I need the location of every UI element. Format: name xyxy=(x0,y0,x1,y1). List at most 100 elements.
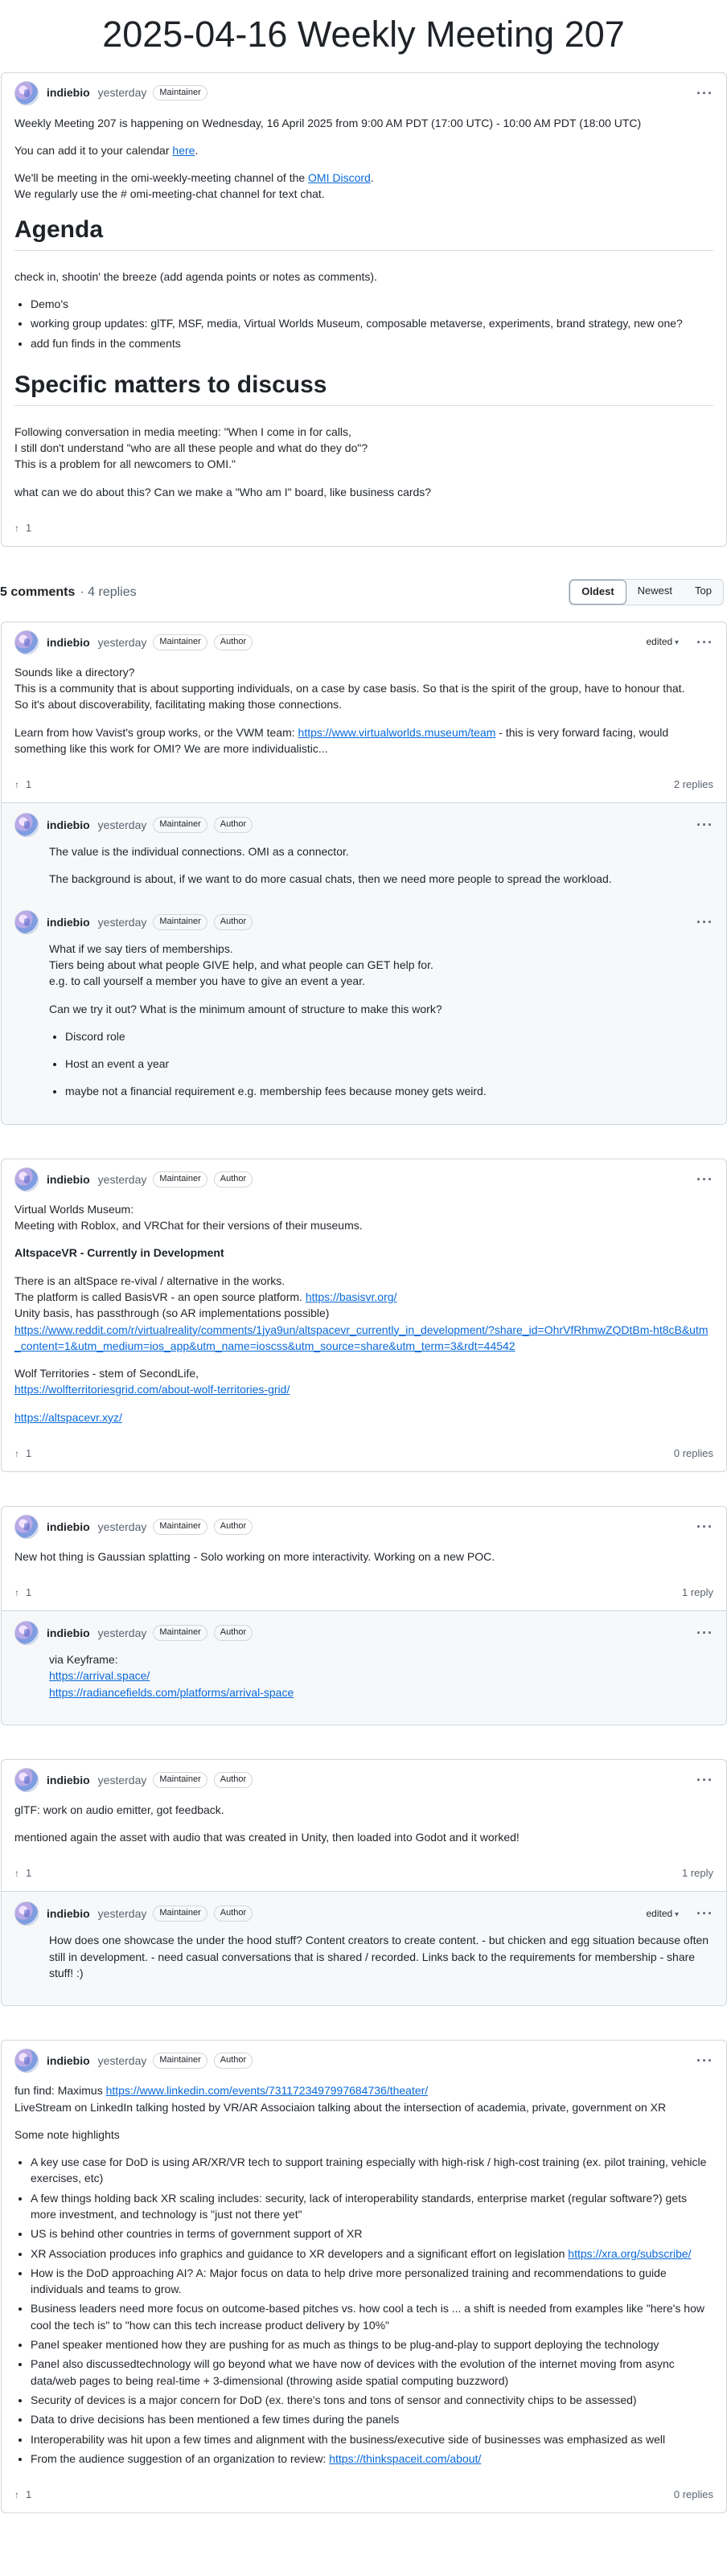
arrow-up-icon[interactable]: ↑ xyxy=(14,2488,19,2502)
author-badge: Author xyxy=(213,913,253,930)
reply: indiebio yesterday Maintainer Author ···… xyxy=(2,1611,726,1713)
arrow-up-icon[interactable]: ↑ xyxy=(14,1586,19,1600)
kebab-menu-icon[interactable]: ··· xyxy=(696,1773,713,1787)
basisvr-link[interactable]: https://basisvr.org/ xyxy=(306,1290,397,1303)
replies-count[interactable]: 0 replies xyxy=(674,1446,713,1462)
tier-list: Discord role Host an event a year maybe … xyxy=(65,1028,713,1100)
user-avatar[interactable] xyxy=(14,1514,39,1539)
agenda-list: Demo's working group updates: glTF, MSF,… xyxy=(31,296,713,351)
sort-top[interactable]: Top xyxy=(684,580,723,605)
arrow-up-icon[interactable]: ↑ xyxy=(14,522,19,535)
kebab-menu-icon[interactable]: ··· xyxy=(696,1172,713,1187)
kebab-menu-icon[interactable]: ··· xyxy=(696,818,713,832)
paragraph: The value is the individual connections.… xyxy=(49,845,349,859)
line: Wolf Territories - stem of SecondLife, xyxy=(14,1367,199,1380)
discord-text: We'll be meeting in the omi-weekly-meeti… xyxy=(14,171,309,185)
author-badge: Author xyxy=(213,817,253,834)
author-name[interactable]: indiebio xyxy=(47,914,90,930)
paragraph: https://altspacevr.xyz/ xyxy=(14,1409,713,1425)
user-avatar[interactable] xyxy=(14,1167,39,1192)
kebab-menu-icon[interactable]: ··· xyxy=(696,1520,713,1534)
author-name[interactable]: indiebio xyxy=(47,1905,90,1922)
comment-footer: ↑ 1 0 replies xyxy=(2,2483,726,2512)
kebab-menu-icon[interactable]: ··· xyxy=(696,2053,713,2068)
paragraph: The background is about, if we want to d… xyxy=(49,872,612,886)
user-avatar[interactable] xyxy=(14,630,39,654)
timestamp[interactable]: yesterday xyxy=(98,634,147,650)
kebab-menu-icon[interactable]: ··· xyxy=(696,1906,713,1921)
replies-count[interactable]: 1 reply xyxy=(682,1585,713,1601)
comment-header: indiebio yesterday Maintainer Author ··· xyxy=(2,2041,726,2079)
timestamp[interactable]: yesterday xyxy=(98,914,147,930)
timestamp[interactable]: yesterday xyxy=(98,1519,147,1535)
calendar-text: You can add it to your calendar xyxy=(14,143,173,157)
list-item: Data to drive decisions has been mention… xyxy=(31,2411,713,2427)
line: Virtual Worlds Museum: xyxy=(14,1202,134,1216)
author-badge: Author xyxy=(213,1625,253,1641)
user-avatar[interactable] xyxy=(14,80,39,105)
paragraph: via Keyframe: https://arrival.space/https… xyxy=(49,1651,713,1700)
sort-newest[interactable]: Newest xyxy=(626,580,684,605)
author-badge: Author xyxy=(213,1905,253,1922)
timestamp[interactable]: yesterday xyxy=(98,2053,147,2069)
line: There is an altSpace re-vival / alternat… xyxy=(14,1274,285,1287)
line: Meeting with Roblox, and VRChat for thei… xyxy=(14,1219,363,1233)
paragraph: New hot thing is Gaussian splatting - So… xyxy=(14,1549,495,1563)
wolf-territories-link[interactable]: https://wolfterritoriesgrid.com/about-wo… xyxy=(14,1383,290,1396)
user-avatar[interactable] xyxy=(14,1901,39,1926)
altspace-link[interactable]: https://altspacevr.xyz/ xyxy=(14,1411,122,1424)
author-name[interactable]: indiebio xyxy=(47,1625,90,1641)
line: LiveStream on LinkedIn talking hosted by… xyxy=(14,2100,667,2114)
maintainer-badge: Maintainer xyxy=(153,84,207,101)
kebab-menu-icon[interactable]: ··· xyxy=(696,915,713,929)
user-avatar[interactable] xyxy=(14,1767,39,1792)
timestamp[interactable]: yesterday xyxy=(98,1625,147,1641)
author-name[interactable]: indiebio xyxy=(47,84,90,100)
timestamp[interactable]: yesterday xyxy=(98,817,147,833)
kebab-menu-icon[interactable]: ··· xyxy=(696,1626,713,1640)
timestamp[interactable]: yesterday xyxy=(98,1171,147,1188)
arrow-up-icon[interactable]: ↑ xyxy=(14,1447,19,1461)
linkedin-event-link[interactable]: https://www.linkedin.com/events/73117234… xyxy=(106,2084,429,2097)
calendar-link[interactable]: here xyxy=(172,144,195,157)
author-name[interactable]: indiebio xyxy=(47,1171,90,1188)
reply: indiebio yesterday Maintainer Author ···… xyxy=(2,900,726,1113)
discord-link[interactable]: OMI Discord xyxy=(308,171,371,184)
edited-dropdown[interactable]: edited xyxy=(647,635,680,650)
timestamp[interactable]: yesterday xyxy=(98,1772,147,1788)
paragraph: What if we say tiers of memberships. Tier… xyxy=(49,941,713,990)
author-name[interactable]: indiebio xyxy=(47,2053,90,2069)
timestamp[interactable]: yesterday xyxy=(98,84,147,100)
kebab-menu-icon[interactable]: ··· xyxy=(696,86,713,100)
comment-body: glTF: work on audio emitter, got feedbac… xyxy=(2,1799,726,1862)
arrival-space-link[interactable]: https://arrival.space/ xyxy=(49,1669,150,1682)
arrow-up-icon[interactable]: ↑ xyxy=(14,1867,19,1881)
replies-count[interactable]: 0 replies xyxy=(674,2488,713,2503)
author-name[interactable]: indiebio xyxy=(47,1519,90,1535)
comment-body: Sounds like a directory? This is a commun… xyxy=(2,661,726,773)
maintainer-badge: Maintainer xyxy=(153,1171,207,1188)
user-avatar[interactable] xyxy=(14,2049,39,2074)
xra-link[interactable]: https://xra.org/subscribe/ xyxy=(568,2247,691,2260)
radiancefields-link[interactable]: https://radiancefields.com/platforms/arr… xyxy=(49,1686,294,1699)
user-avatar[interactable] xyxy=(14,1621,39,1645)
arrow-up-icon[interactable]: ↑ xyxy=(14,778,19,792)
vwm-team-link[interactable]: https://www.virtualworlds.museum/team xyxy=(298,726,496,739)
upvote-count: 1 xyxy=(26,2488,32,2501)
timestamp[interactable]: yesterday xyxy=(98,1905,147,1922)
line: e.g. to call yourself a member you have … xyxy=(49,974,365,988)
sort-oldest[interactable]: Oldest xyxy=(569,579,626,605)
kebab-menu-icon[interactable]: ··· xyxy=(696,635,713,650)
user-avatar[interactable] xyxy=(14,813,39,838)
paragraph: mentioned again the asset with audio tha… xyxy=(14,1831,520,1844)
author-name[interactable]: indiebio xyxy=(47,634,90,650)
author-name[interactable]: indiebio xyxy=(47,1772,90,1788)
thinkspace-link[interactable]: https://thinkspaceit.com/about/ xyxy=(329,2452,481,2465)
user-avatar[interactable] xyxy=(14,909,39,934)
edited-dropdown[interactable]: edited xyxy=(647,1907,680,1922)
replies-count[interactable]: 2 replies xyxy=(674,777,713,793)
author-name[interactable]: indiebio xyxy=(47,817,90,833)
replies-count[interactable]: 1 reply xyxy=(682,1866,713,1881)
reddit-link[interactable]: https://www.reddit.com/r/virtualreality/… xyxy=(14,1323,709,1352)
list-item: From the audience suggestion of an organ… xyxy=(31,2451,713,2467)
